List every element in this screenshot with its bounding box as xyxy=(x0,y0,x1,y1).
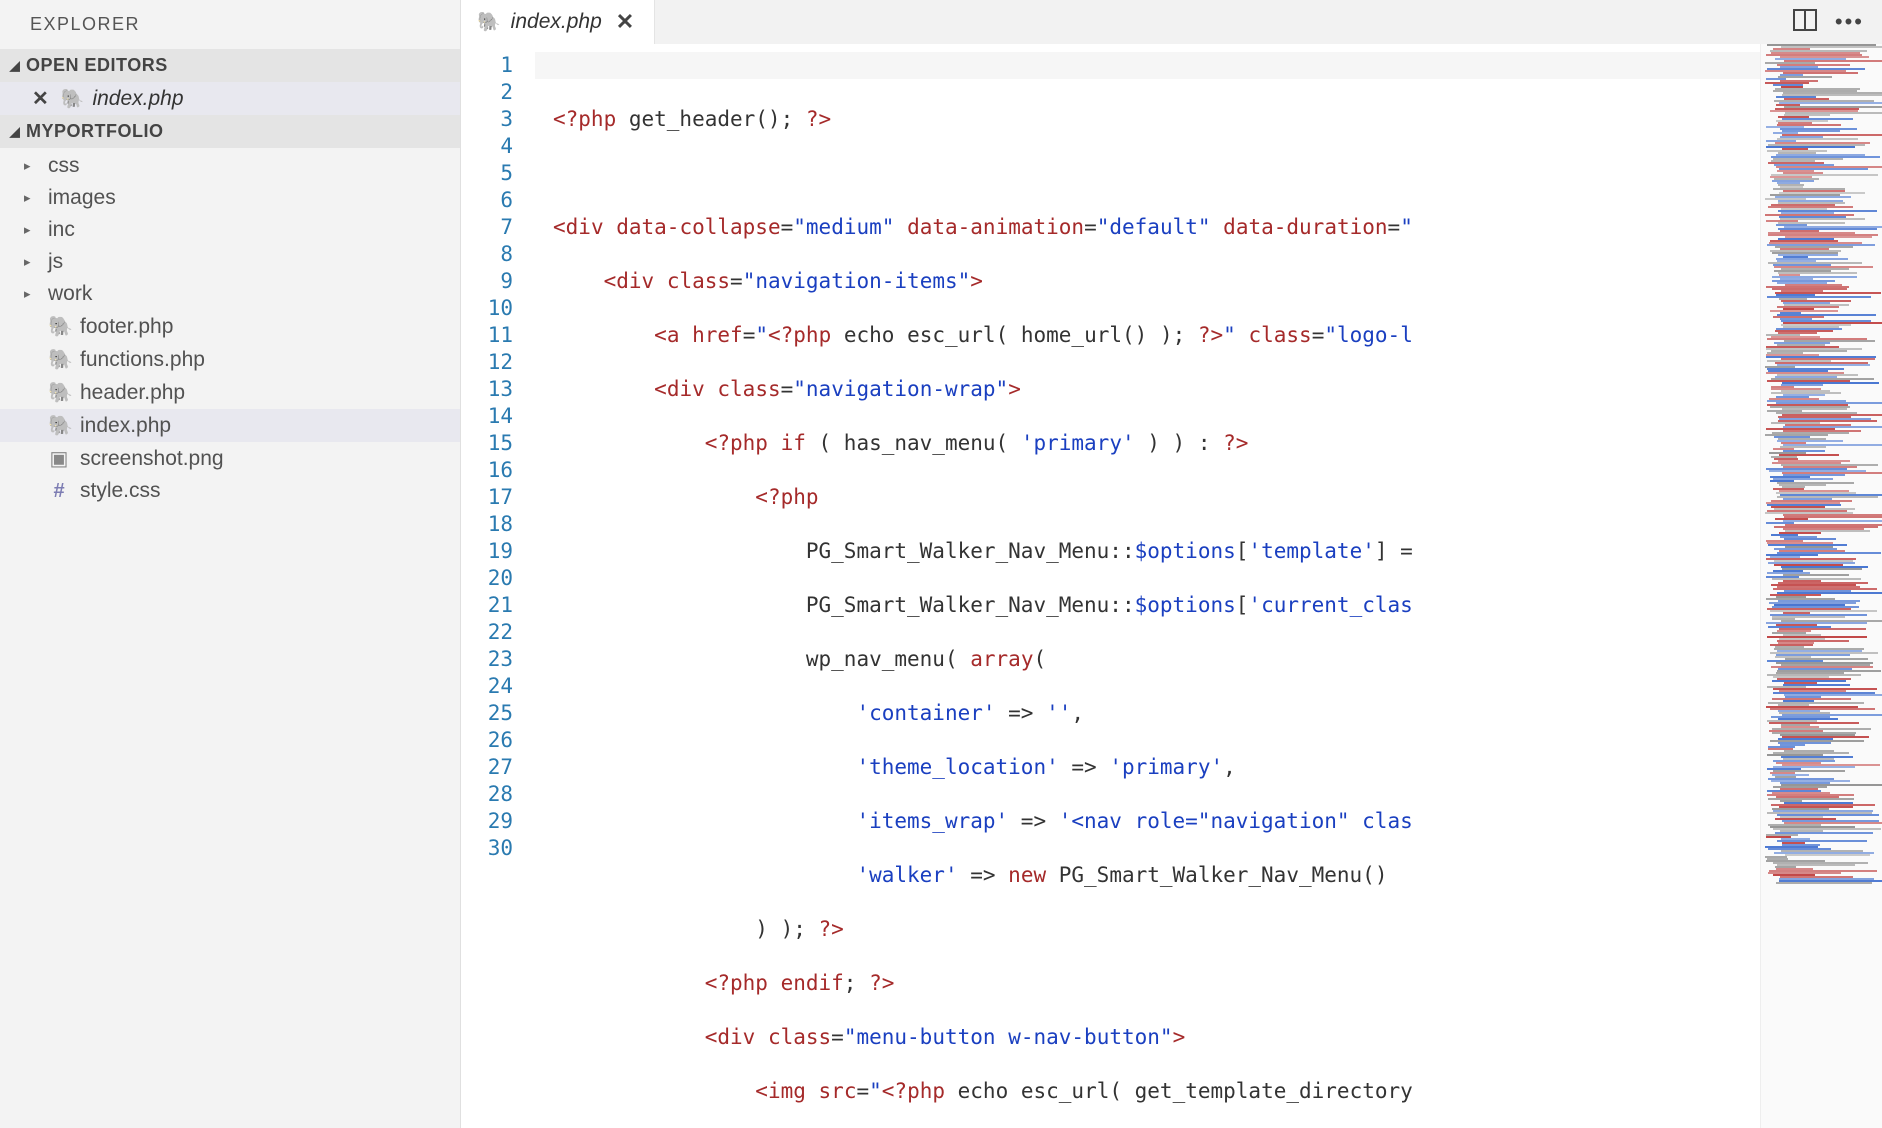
split-editor-icon[interactable] xyxy=(1793,9,1817,36)
more-icon[interactable]: ••• xyxy=(1835,9,1864,35)
folder-name: images xyxy=(48,186,116,210)
code-content[interactable]: <?php get_header(); ?> <div data-collaps… xyxy=(535,44,1760,1128)
chevron-right-icon: ▸ xyxy=(24,286,38,302)
php-icon: 🐘 xyxy=(48,413,70,438)
file-row[interactable]: 🐘 index.php xyxy=(0,409,460,442)
file-tree: ▸css ▸images ▸inc ▸js ▸work 🐘footer.php … xyxy=(0,148,460,507)
file-row[interactable]: 🐘 header.php xyxy=(0,376,460,409)
folder-name: css xyxy=(48,154,80,178)
file-row[interactable]: 🐘 functions.php xyxy=(0,343,460,376)
folder-row[interactable]: ▸ work xyxy=(0,278,460,310)
folder-name: work xyxy=(48,282,92,306)
hash-icon: # xyxy=(48,480,70,503)
file-name: style.css xyxy=(80,479,161,503)
chevron-right-icon: ▸ xyxy=(24,222,38,238)
explorer-title: EXPLORER xyxy=(0,0,460,49)
file-name: footer.php xyxy=(80,315,173,339)
open-editor-item[interactable]: ✕ 🐘 index.php xyxy=(0,82,460,115)
file-row[interactable]: 🐘 footer.php xyxy=(0,310,460,343)
open-editor-filename: index.php xyxy=(92,87,183,111)
open-editors-header[interactable]: ◢ OPEN EDITORS xyxy=(0,49,460,82)
line-gutter: 1234567891011121314151617181920212223242… xyxy=(461,44,535,1128)
editor-tab[interactable]: 🐘 index.php ✕ xyxy=(461,0,655,44)
php-icon: 🐘 xyxy=(48,314,70,339)
file-row[interactable]: ▣ screenshot.png xyxy=(0,442,460,475)
project-label: MYPORTFOLIO xyxy=(26,121,164,142)
file-name: index.php xyxy=(80,414,171,438)
chevron-right-icon: ▸ xyxy=(24,254,38,270)
project-header[interactable]: ◢ MYPORTFOLIO xyxy=(0,115,460,148)
folder-row[interactable]: ▸ inc xyxy=(0,214,460,246)
editor-area: 🐘 index.php ✕ ••• 1234567891011121314151… xyxy=(461,0,1882,1128)
php-icon: 🐘 xyxy=(48,347,70,372)
file-name: header.php xyxy=(80,381,185,405)
explorer-sidebar: EXPLORER ◢ OPEN EDITORS ✕ 🐘 index.php ◢ … xyxy=(0,0,461,1128)
collapse-icon: ◢ xyxy=(8,58,22,74)
tab-filename: index.php xyxy=(511,10,602,34)
folder-name: js xyxy=(48,250,63,274)
php-icon: 🐘 xyxy=(61,87,85,111)
folder-name: inc xyxy=(48,218,75,242)
collapse-icon: ◢ xyxy=(8,124,22,140)
php-icon: 🐘 xyxy=(477,10,501,34)
file-row[interactable]: # style.css xyxy=(0,475,460,507)
tab-bar: 🐘 index.php ✕ ••• xyxy=(461,0,1882,44)
file-name: functions.php xyxy=(80,348,205,372)
folder-row[interactable]: ▸ images xyxy=(0,182,460,214)
minimap[interactable] xyxy=(1760,44,1882,1128)
open-editors-label: OPEN EDITORS xyxy=(26,55,168,76)
file-name: screenshot.png xyxy=(80,447,224,471)
close-icon[interactable]: ✕ xyxy=(612,9,638,35)
image-icon: ▣ xyxy=(48,446,70,471)
code-editor[interactable]: 1234567891011121314151617181920212223242… xyxy=(461,44,1882,1128)
folder-row[interactable]: ▸ js xyxy=(0,246,460,278)
close-icon[interactable]: ✕ xyxy=(28,86,53,111)
chevron-right-icon: ▸ xyxy=(24,158,38,174)
folder-row[interactable]: ▸ css xyxy=(0,150,460,182)
chevron-right-icon: ▸ xyxy=(24,190,38,206)
current-line-highlight xyxy=(535,52,1760,79)
php-icon: 🐘 xyxy=(48,380,70,405)
editor-actions: ••• xyxy=(1793,0,1882,44)
